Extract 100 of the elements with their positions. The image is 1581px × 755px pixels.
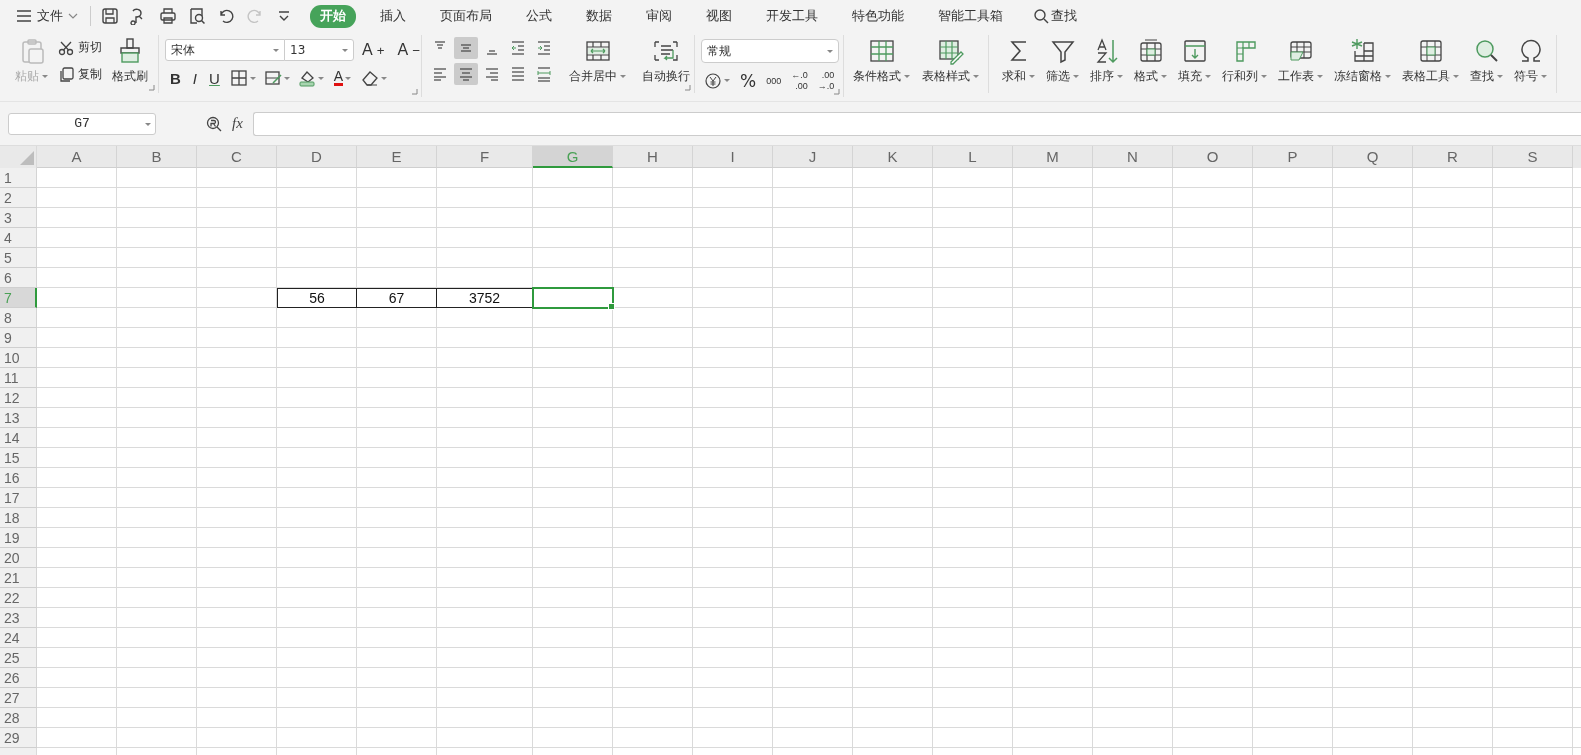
- freeze-panes-button[interactable]: 冻结窗格: [1331, 35, 1394, 87]
- zoom-formula-icon[interactable]: [206, 115, 222, 132]
- column-header[interactable]: J: [773, 146, 853, 168]
- italic-button[interactable]: I: [187, 68, 202, 88]
- row-header[interactable]: 6: [0, 268, 37, 288]
- increase-decimal-button[interactable]: ←.0 .00: [788, 68, 811, 93]
- table-tools-button[interactable]: 表格工具: [1399, 35, 1462, 87]
- row-header[interactable]: 5: [0, 248, 37, 268]
- row-header[interactable]: 14: [0, 428, 37, 448]
- row-header[interactable]: 21: [0, 568, 37, 588]
- column-header[interactable]: Q: [1333, 146, 1413, 168]
- column-header[interactable]: M: [1013, 146, 1093, 168]
- conditional-format-button[interactable]: 条件格式: [850, 35, 913, 87]
- column-header[interactable]: K: [853, 146, 933, 168]
- row-header[interactable]: 20: [0, 548, 37, 568]
- row-header[interactable]: 11: [0, 368, 37, 388]
- column-header[interactable]: E: [357, 146, 437, 168]
- row-header[interactable]: 1: [0, 168, 37, 188]
- middle-align-icon[interactable]: [454, 37, 478, 59]
- row-header[interactable]: 22: [0, 588, 37, 608]
- row-header[interactable]: 25: [0, 648, 37, 668]
- row-header[interactable]: 29: [0, 728, 37, 748]
- column-header[interactable]: H: [613, 146, 693, 168]
- row-header[interactable]: 27: [0, 688, 37, 708]
- row-header[interactable]: 2: [0, 188, 37, 208]
- column-header[interactable]: O: [1173, 146, 1253, 168]
- row-header[interactable]: 19: [0, 528, 37, 548]
- center-align-icon[interactable]: [454, 63, 478, 85]
- copy-button[interactable]: 复制: [55, 64, 105, 85]
- dialog-launcher-icon[interactable]: [833, 88, 840, 95]
- ribbon-tab[interactable]: 开始: [310, 4, 356, 28]
- font-color-button[interactable]: A: [328, 69, 357, 87]
- ribbon-tab[interactable]: 公式: [516, 4, 562, 28]
- dialog-launcher-icon[interactable]: [411, 88, 418, 95]
- row-header[interactable]: 13: [0, 408, 37, 428]
- worksheet-button[interactable]: 工作表: [1275, 35, 1326, 87]
- file-menu[interactable]: 文件: [12, 5, 82, 27]
- ribbon-tab[interactable]: 特色功能: [842, 4, 914, 28]
- dialog-launcher-icon[interactable]: [684, 84, 691, 91]
- number-format-dropdown[interactable]: 常规: [701, 39, 839, 63]
- fill-button[interactable]: 填充: [1175, 35, 1214, 87]
- row-header[interactable]: 17: [0, 488, 37, 508]
- decrease-decimal-button[interactable]: .00 →.0: [814, 68, 838, 93]
- ribbon-tab[interactable]: 数据: [576, 4, 622, 28]
- underline-button[interactable]: U: [204, 68, 225, 88]
- row-header[interactable]: 8: [0, 308, 37, 328]
- formula-input[interactable]: [252, 111, 1581, 136]
- percent-button[interactable]: %: [737, 70, 760, 91]
- ribbon-tab[interactable]: 插入: [370, 4, 416, 28]
- grid-icon: [867, 37, 896, 65]
- format-painter-button[interactable]: 格式刷: [109, 35, 151, 87]
- filter-button[interactable]: 筛选: [1043, 35, 1082, 87]
- insert-function-button[interactable]: fx: [232, 115, 243, 132]
- row-header[interactable]: 28: [0, 708, 37, 728]
- column-header[interactable]: S: [1493, 146, 1573, 168]
- selected-cell[interactable]: [532, 287, 614, 309]
- ribbon-tab[interactable]: 智能工具箱: [928, 4, 1013, 28]
- find-button[interactable]: 查找: [1467, 35, 1506, 87]
- table-style-button[interactable]: 表格样式: [919, 35, 982, 87]
- rows-columns-button[interactable]: 行和列: [1219, 35, 1270, 87]
- column-header[interactable]: R: [1413, 146, 1493, 168]
- font-name-dropdown[interactable]: 宋体: [165, 39, 285, 61]
- ribbon-tab[interactable]: 审阅: [636, 4, 682, 28]
- column-header[interactable]: A: [37, 146, 117, 168]
- scissors-icon: [58, 39, 74, 56]
- row-header[interactable]: 15: [0, 448, 37, 468]
- format-button[interactable]: 格式: [1131, 35, 1170, 87]
- row-header[interactable]: 26: [0, 668, 37, 688]
- row-header[interactable]: 12: [0, 388, 37, 408]
- row-header[interactable]: 10: [0, 348, 37, 368]
- dialog-launcher-icon[interactable]: [148, 84, 155, 91]
- column-header[interactable]: B: [117, 146, 197, 168]
- ribbon-tab[interactable]: 视图: [696, 4, 742, 28]
- sort-button[interactable]: 排序: [1087, 35, 1126, 87]
- column-header[interactable]: L: [933, 146, 1013, 168]
- ribbon-tab[interactable]: 开发工具: [756, 4, 828, 28]
- thousands-button[interactable]: 000: [763, 73, 785, 88]
- search-button[interactable]: 查找: [1027, 6, 1083, 26]
- sum-button[interactable]: 求和: [999, 35, 1038, 87]
- column-header[interactable]: F: [437, 146, 533, 168]
- name-box[interactable]: G7: [8, 112, 156, 135]
- row-header[interactable]: 24: [0, 628, 37, 648]
- row-header[interactable]: 9: [0, 328, 37, 348]
- font-size-dropdown[interactable]: 13: [284, 39, 354, 61]
- column-header[interactable]: C: [197, 146, 277, 168]
- column-header[interactable]: D: [277, 146, 357, 168]
- bold-button[interactable]: B: [165, 68, 186, 88]
- wrap-text-button[interactable]: 自动换行: [639, 35, 693, 87]
- cut-button[interactable]: 剪切: [55, 37, 105, 58]
- row-header[interactable]: 23: [0, 608, 37, 628]
- row-header[interactable]: 3: [0, 208, 37, 228]
- symbol-button[interactable]: 符号: [1511, 35, 1550, 87]
- row-header[interactable]: 18: [0, 508, 37, 528]
- ribbon-tab[interactable]: 页面布局: [430, 4, 502, 28]
- column-header[interactable]: N: [1093, 146, 1173, 168]
- merge-center-button[interactable]: 合并居中: [566, 35, 629, 87]
- row-header[interactable]: 16: [0, 468, 37, 488]
- column-header[interactable]: I: [693, 146, 773, 168]
- column-header[interactable]: P: [1253, 146, 1333, 168]
- row-header[interactable]: 4: [0, 228, 37, 248]
